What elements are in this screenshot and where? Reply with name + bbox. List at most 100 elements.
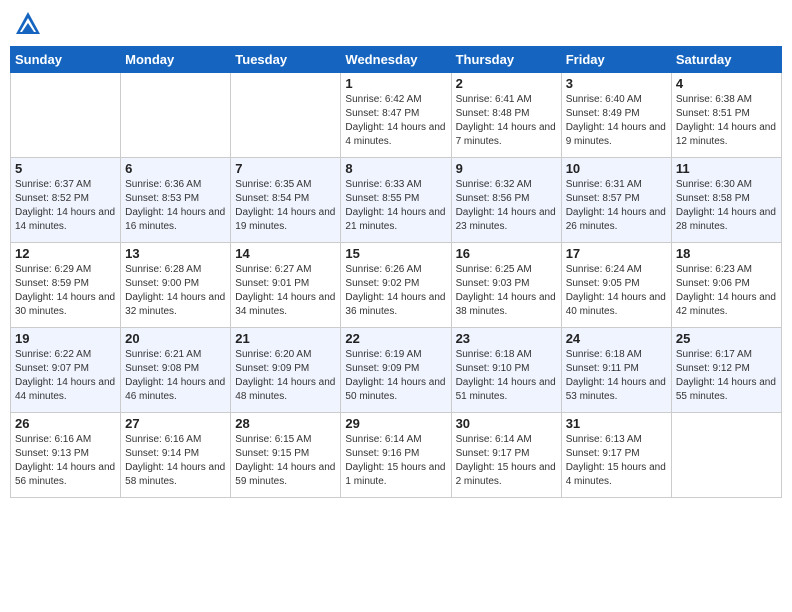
day-number: 22 [345, 331, 446, 346]
calendar-cell: 1 Sunrise: 6:42 AMSunset: 8:47 PMDaylight… [341, 73, 451, 158]
calendar-cell: 7 Sunrise: 6:35 AMSunset: 8:54 PMDaylight… [231, 158, 341, 243]
logo [14, 10, 46, 38]
cell-info: Sunrise: 6:16 AMSunset: 9:14 PMDaylight:… [125, 433, 226, 489]
logo-icon [14, 10, 42, 38]
cell-info: Sunrise: 6:20 AMSunset: 9:09 PMDaylight:… [235, 348, 336, 404]
cell-info: Sunrise: 6:23 AMSunset: 9:06 PMDaylight:… [676, 263, 777, 319]
col-header-friday: Friday [561, 47, 671, 73]
calendar-cell: 22 Sunrise: 6:19 AMSunset: 9:09 PMDayligh… [341, 328, 451, 413]
day-number: 2 [456, 76, 557, 91]
day-number: 29 [345, 416, 446, 431]
cell-info: Sunrise: 6:36 AMSunset: 8:53 PMDaylight:… [125, 178, 226, 234]
cell-info: Sunrise: 6:18 AMSunset: 9:10 PMDaylight:… [456, 348, 557, 404]
calendar-cell [121, 73, 231, 158]
day-number: 24 [566, 331, 667, 346]
calendar-cell: 11 Sunrise: 6:30 AMSunset: 8:58 PMDayligh… [671, 158, 781, 243]
cell-info: Sunrise: 6:27 AMSunset: 9:01 PMDaylight:… [235, 263, 336, 319]
calendar-cell: 2 Sunrise: 6:41 AMSunset: 8:48 PMDaylight… [451, 73, 561, 158]
cell-info: Sunrise: 6:17 AMSunset: 9:12 PMDaylight:… [676, 348, 777, 404]
calendar-cell: 6 Sunrise: 6:36 AMSunset: 8:53 PMDaylight… [121, 158, 231, 243]
calendar-cell: 27Sunrise: 6:16 AMSunset: 9:14 PMDayligh… [121, 413, 231, 498]
day-number: 6 [125, 161, 226, 176]
day-number: 18 [676, 246, 777, 261]
cell-info: Sunrise: 6:18 AMSunset: 9:11 PMDaylight:… [566, 348, 667, 404]
calendar-cell [671, 413, 781, 498]
calendar-cell: 21Sunrise: 6:20 AMSunset: 9:09 PMDayligh… [231, 328, 341, 413]
cell-info: Sunrise: 6:38 AMSunset: 8:51 PMDaylight:… [676, 93, 777, 149]
day-number: 20 [125, 331, 226, 346]
calendar-cell: 16Sunrise: 6:25 AMSunset: 9:03 PMDayligh… [451, 243, 561, 328]
calendar-cell: 24 Sunrise: 6:18 AMSunset: 9:11 PMDayligh… [561, 328, 671, 413]
cell-info: Sunrise: 6:30 AMSunset: 8:58 PMDaylight:… [676, 178, 777, 234]
calendar-cell: 9 Sunrise: 6:32 AMSunset: 8:56 PMDaylight… [451, 158, 561, 243]
day-number: 23 [456, 331, 557, 346]
calendar-cell: 26Sunrise: 6:16 AMSunset: 9:13 PMDayligh… [11, 413, 121, 498]
col-header-thursday: Thursday [451, 47, 561, 73]
cell-info: Sunrise: 6:13 AMSunset: 9:17 PMDaylight:… [566, 433, 667, 489]
day-number: 14 [235, 246, 336, 261]
calendar-cell: 19 Sunrise: 6:22 AMSunset: 9:07 PMDayligh… [11, 328, 121, 413]
calendar-cell: 5 Sunrise: 6:37 AMSunset: 8:52 PMDaylight… [11, 158, 121, 243]
cell-info: Sunrise: 6:14 AMSunset: 9:16 PMDaylight:… [345, 433, 446, 489]
col-header-monday: Monday [121, 47, 231, 73]
day-number: 10 [566, 161, 667, 176]
day-number: 28 [235, 416, 336, 431]
calendar-cell [11, 73, 121, 158]
cell-info: Sunrise: 6:15 AMSunset: 9:15 PMDaylight:… [235, 433, 336, 489]
day-number: 12 [15, 246, 116, 261]
day-number: 19 [15, 331, 116, 346]
cell-info: Sunrise: 6:26 AMSunset: 9:02 PMDaylight:… [345, 263, 446, 319]
day-number: 7 [235, 161, 336, 176]
cell-info: Sunrise: 6:41 AMSunset: 8:48 PMDaylight:… [456, 93, 557, 149]
day-number: 5 [15, 161, 116, 176]
day-number: 9 [456, 161, 557, 176]
cell-info: Sunrise: 6:42 AMSunset: 8:47 PMDaylight:… [345, 93, 446, 149]
calendar-cell: 31Sunrise: 6:13 AMSunset: 9:17 PMDayligh… [561, 413, 671, 498]
day-number: 13 [125, 246, 226, 261]
calendar-cell: 4Sunrise: 6:38 AMSunset: 8:51 PMDaylight… [671, 73, 781, 158]
header-row: SundayMondayTuesdayWednesdayThursdayFrid… [11, 47, 782, 73]
cell-info: Sunrise: 6:32 AMSunset: 8:56 PMDaylight:… [456, 178, 557, 234]
calendar-cell: 20 Sunrise: 6:21 AMSunset: 9:08 PMDayligh… [121, 328, 231, 413]
calendar-cell: 18 Sunrise: 6:23 AMSunset: 9:06 PMDayligh… [671, 243, 781, 328]
cell-info: Sunrise: 6:37 AMSunset: 8:52 PMDaylight:… [15, 178, 116, 234]
calendar-cell: 12Sunrise: 6:29 AMSunset: 8:59 PMDayligh… [11, 243, 121, 328]
calendar-cell: 10 Sunrise: 6:31 AMSunset: 8:57 PMDayligh… [561, 158, 671, 243]
calendar-cell: 13 Sunrise: 6:28 AMSunset: 9:00 PMDayligh… [121, 243, 231, 328]
cell-info: Sunrise: 6:21 AMSunset: 9:08 PMDaylight:… [125, 348, 226, 404]
week-row-3: 19 Sunrise: 6:22 AMSunset: 9:07 PMDayligh… [11, 328, 782, 413]
day-number: 25 [676, 331, 777, 346]
calendar-cell: 3 Sunrise: 6:40 AMSunset: 8:49 PMDaylight… [561, 73, 671, 158]
col-header-sunday: Sunday [11, 47, 121, 73]
cell-info: Sunrise: 6:25 AMSunset: 9:03 PMDaylight:… [456, 263, 557, 319]
week-row-4: 26Sunrise: 6:16 AMSunset: 9:13 PMDayligh… [11, 413, 782, 498]
calendar-cell: 25 Sunrise: 6:17 AMSunset: 9:12 PMDayligh… [671, 328, 781, 413]
day-number: 1 [345, 76, 446, 91]
cell-info: Sunrise: 6:24 AMSunset: 9:05 PMDaylight:… [566, 263, 667, 319]
day-number: 8 [345, 161, 446, 176]
page-header [10, 10, 782, 38]
calendar-cell: 8 Sunrise: 6:33 AMSunset: 8:55 PMDaylight… [341, 158, 451, 243]
col-header-saturday: Saturday [671, 47, 781, 73]
day-number: 15 [345, 246, 446, 261]
calendar-table: SundayMondayTuesdayWednesdayThursdayFrid… [10, 46, 782, 498]
cell-info: Sunrise: 6:31 AMSunset: 8:57 PMDaylight:… [566, 178, 667, 234]
day-number: 3 [566, 76, 667, 91]
calendar-cell: 29 Sunrise: 6:14 AMSunset: 9:16 PMDayligh… [341, 413, 451, 498]
cell-info: Sunrise: 6:35 AMSunset: 8:54 PMDaylight:… [235, 178, 336, 234]
calendar-cell: 23 Sunrise: 6:18 AMSunset: 9:10 PMDayligh… [451, 328, 561, 413]
cell-info: Sunrise: 6:40 AMSunset: 8:49 PMDaylight:… [566, 93, 667, 149]
week-row-0: 1 Sunrise: 6:42 AMSunset: 8:47 PMDaylight… [11, 73, 782, 158]
cell-info: Sunrise: 6:22 AMSunset: 9:07 PMDaylight:… [15, 348, 116, 404]
week-row-2: 12Sunrise: 6:29 AMSunset: 8:59 PMDayligh… [11, 243, 782, 328]
calendar-cell: 30Sunrise: 6:14 AMSunset: 9:17 PMDayligh… [451, 413, 561, 498]
calendar-cell [231, 73, 341, 158]
cell-info: Sunrise: 6:33 AMSunset: 8:55 PMDaylight:… [345, 178, 446, 234]
calendar-cell: 28 Sunrise: 6:15 AMSunset: 9:15 PMDayligh… [231, 413, 341, 498]
cell-info: Sunrise: 6:28 AMSunset: 9:00 PMDaylight:… [125, 263, 226, 319]
day-number: 17 [566, 246, 667, 261]
calendar-cell: 15 Sunrise: 6:26 AMSunset: 9:02 PMDayligh… [341, 243, 451, 328]
cell-info: Sunrise: 6:19 AMSunset: 9:09 PMDaylight:… [345, 348, 446, 404]
day-number: 11 [676, 161, 777, 176]
cell-info: Sunrise: 6:14 AMSunset: 9:17 PMDaylight:… [456, 433, 557, 489]
